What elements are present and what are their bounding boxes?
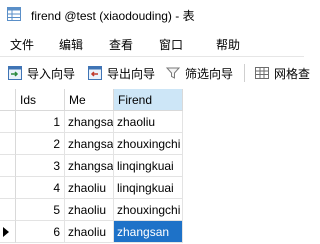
toolbar: 导入向导 导出向导 筛选向导 网格查 <box>0 56 310 90</box>
table-row[interactable]: 4 zhaoliu linqingkuai <box>0 177 304 199</box>
cell-me[interactable]: zhaoliu <box>65 199 114 221</box>
header-corner <box>0 89 16 111</box>
cell-ids-value: 3 <box>53 159 60 173</box>
menu-help[interactable]: 帮助 <box>216 36 240 53</box>
table-row[interactable]: 3 zhangsan linqingkuai <box>0 155 304 177</box>
row-selector[interactable] <box>0 177 16 199</box>
cell-me-value: zhaoliu <box>68 181 107 195</box>
cell-ids-value: 6 <box>53 225 60 239</box>
cell-me[interactable]: zhangsan <box>65 133 114 155</box>
toolbar-separator <box>244 64 245 82</box>
cell-firend-value: zhouxingchi <box>117 203 181 217</box>
cell-me[interactable]: zhaoliu <box>65 177 114 199</box>
cell-firend-value: linqingkuai <box>117 159 174 173</box>
filter-icon <box>165 67 181 79</box>
row-selector[interactable] <box>0 155 16 177</box>
cell-firend[interactable]: linqingkuai <box>114 177 183 199</box>
import-wizard-label: 导入向导 <box>27 66 76 81</box>
cell-firend[interactable]: zhaoliu <box>114 111 183 133</box>
cell-me[interactable]: zhangsan <box>65 111 114 133</box>
cell-firend-selected[interactable]: zhangsan <box>114 221 183 243</box>
column-header-me-label: Me <box>69 93 86 107</box>
grid-icon <box>255 67 269 79</box>
cell-me-value: zhaoliu <box>68 225 107 239</box>
cell-ids[interactable]: 3 <box>16 155 65 177</box>
export-wizard-button[interactable]: 导出向导 <box>87 63 155 83</box>
cell-firend[interactable]: zhouxingchi <box>114 133 183 155</box>
cell-ids[interactable]: 4 <box>16 177 65 199</box>
export-icon <box>88 66 102 80</box>
grid-view-button[interactable]: 网格查 <box>254 63 310 83</box>
title-bar: firend @test (xiaodouding) - 表 <box>0 0 304 29</box>
cell-me-value: zhaoliu <box>68 203 107 217</box>
filter-wizard-label: 筛选向导 <box>185 66 234 81</box>
cell-me[interactable]: zhangsan <box>65 155 114 177</box>
cell-firend-value: zhangsan <box>117 225 170 239</box>
column-header-ids-label: Ids <box>20 93 37 107</box>
cell-ids[interactable]: 1 <box>16 111 65 133</box>
table-row[interactable]: 1 zhangsan zhaoliu <box>0 111 304 133</box>
cell-me-value: zhangsan <box>68 137 114 151</box>
cell-me-value: zhangsan <box>68 115 114 129</box>
cell-me[interactable]: zhaoliu <box>65 221 114 243</box>
table-icon <box>7 7 21 21</box>
cell-ids-value: 4 <box>53 181 60 195</box>
cell-firend-value: zhouxingchi <box>117 137 181 151</box>
current-row-marker-icon <box>3 227 9 237</box>
import-wizard-button[interactable]: 导入向导 <box>7 63 75 83</box>
grid-view-label: 网格查 <box>274 66 311 81</box>
cell-ids[interactable]: 6 <box>16 221 65 243</box>
cell-ids-value: 5 <box>53 203 60 217</box>
column-header-me[interactable]: Me <box>65 89 114 111</box>
menu-view[interactable]: 查看 <box>109 36 133 53</box>
table-row[interactable]: 5 zhaoliu zhouxingchi <box>0 199 304 221</box>
import-icon <box>8 66 22 80</box>
data-grid[interactable]: Ids Me Firend 1 zhangsan zhaoliu 2 zhang… <box>0 89 304 244</box>
column-header-ids[interactable]: Ids <box>16 89 65 111</box>
row-selector[interactable] <box>0 133 16 155</box>
cell-firend[interactable]: linqingkuai <box>114 155 183 177</box>
cell-firend-value: zhaoliu <box>117 115 156 129</box>
table-row-current[interactable]: 6 zhaoliu zhangsan <box>0 221 304 243</box>
column-header-firend[interactable]: Firend <box>114 89 183 111</box>
cell-firend-value: linqingkuai <box>117 181 174 195</box>
menu-bar: 文件 编辑 查看 窗口 帮助 <box>0 31 304 55</box>
cell-ids-value: 2 <box>53 137 60 151</box>
cell-ids[interactable]: 5 <box>16 199 65 221</box>
filter-wizard-button[interactable]: 筛选向导 <box>165 63 233 83</box>
cell-me-value: zhangsan <box>68 159 114 173</box>
cell-firend[interactable]: zhouxingchi <box>114 199 183 221</box>
row-selector[interactable] <box>0 221 16 243</box>
cell-ids-value: 1 <box>53 115 60 129</box>
table-row[interactable]: 2 zhangsan zhouxingchi <box>0 133 304 155</box>
row-selector[interactable] <box>0 199 16 221</box>
cell-ids[interactable]: 2 <box>16 133 65 155</box>
window-title: firend @test (xiaodouding) - 表 <box>31 9 195 23</box>
menu-file[interactable]: 文件 <box>10 36 34 53</box>
export-wizard-label: 导出向导 <box>107 66 156 81</box>
menu-window[interactable]: 窗口 <box>159 36 183 53</box>
row-selector[interactable] <box>0 111 16 133</box>
column-header-firend-label: Firend <box>118 93 153 107</box>
menu-edit[interactable]: 编辑 <box>59 36 83 53</box>
